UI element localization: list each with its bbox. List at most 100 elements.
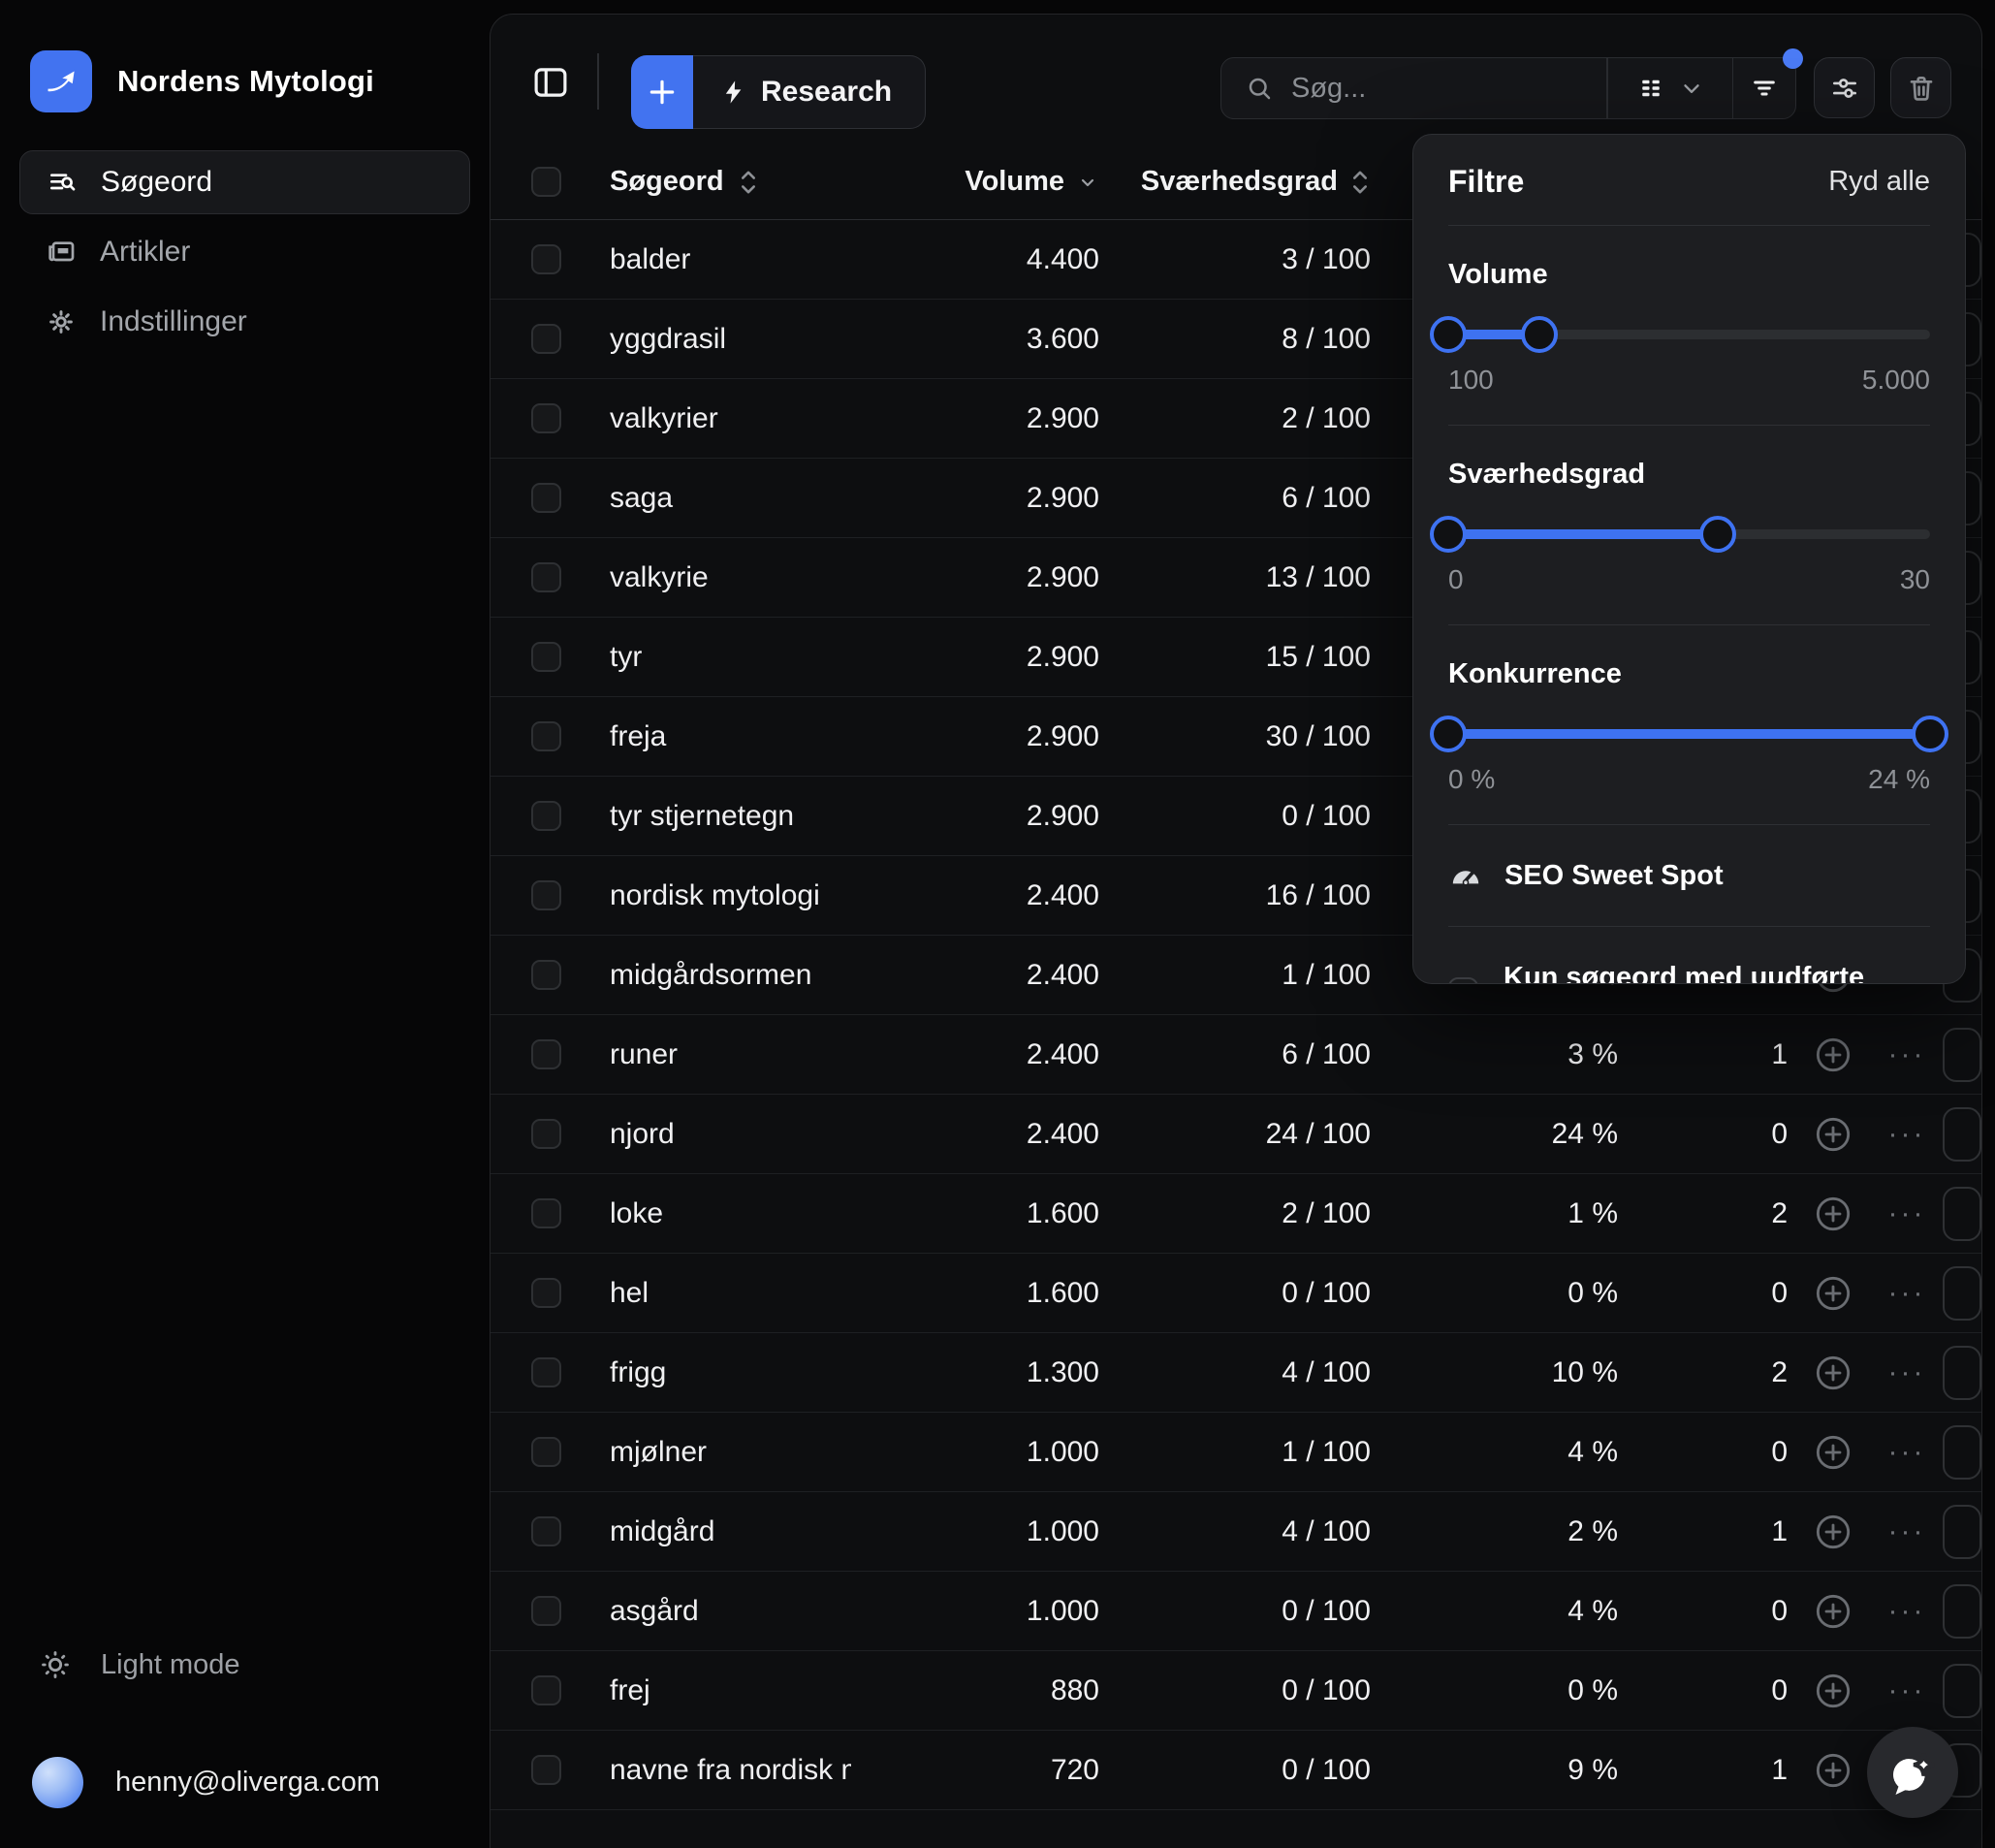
row-menu-button[interactable]: ··· <box>1877 1356 1937 1389</box>
row-action-stub[interactable] <box>1937 1107 1981 1162</box>
row-action-stub[interactable] <box>1937 1187 1981 1241</box>
slider-handle-max[interactable] <box>1521 316 1558 353</box>
unwritten-articles-filter[interactable]: Kun søgeord med uudførte artikler <box>1448 927 1930 984</box>
row-menu-button[interactable]: ··· <box>1877 1277 1937 1310</box>
table-row[interactable]: runer 2.400 6 / 100 3 % 1 ··· <box>491 1015 1981 1095</box>
settings-sliders-button[interactable] <box>1814 57 1875 118</box>
slider-handle-min[interactable] <box>1430 516 1467 553</box>
slider-handle-max[interactable] <box>1699 516 1736 553</box>
row-checkbox[interactable] <box>531 642 561 672</box>
row-checkbox[interactable] <box>531 1516 561 1546</box>
row-checkbox[interactable] <box>531 1675 561 1705</box>
select-all-checkbox[interactable] <box>531 167 561 197</box>
row-menu-button[interactable]: ··· <box>1877 1197 1937 1230</box>
table-row[interactable]: hel 1.600 0 / 100 0 % 0 ··· <box>491 1254 1981 1333</box>
range-slider[interactable] <box>1448 516 1930 553</box>
table-row[interactable]: njord 2.400 24 / 100 24 % 0 ··· <box>491 1095 1981 1174</box>
sidebar-item-artikler[interactable]: Artikler <box>19 220 470 284</box>
trash-button[interactable] <box>1890 57 1951 118</box>
header-volume[interactable]: Volume <box>851 166 1101 198</box>
row-checkbox[interactable] <box>531 1039 561 1069</box>
row-checkbox[interactable] <box>531 483 561 513</box>
row-checkbox[interactable] <box>531 1119 561 1149</box>
add-article-button[interactable] <box>1789 1751 1877 1790</box>
row-checkbox[interactable] <box>531 1755 561 1785</box>
table-row[interactable]: mjølner 1.000 1 / 100 4 % 0 ··· <box>491 1413 1981 1492</box>
add-article-button[interactable] <box>1789 1513 1877 1551</box>
sort-icon <box>1349 169 1371 196</box>
volume-cell: 2.400 <box>851 1038 1101 1071</box>
sidebar-item-soegeord[interactable]: Søgeord <box>19 150 470 214</box>
header-difficulty[interactable]: Sværhedsgrad <box>1101 166 1373 198</box>
user-account[interactable]: henny@oliverga.com <box>32 1757 380 1808</box>
row-checkbox[interactable] <box>531 1278 561 1308</box>
row-menu-button[interactable]: ··· <box>1877 1595 1937 1628</box>
add-article-button[interactable] <box>1789 1115 1877 1154</box>
add-article-button[interactable] <box>1789 1672 1877 1710</box>
row-checkbox[interactable] <box>531 403 561 433</box>
difficulty-cell: 16 / 100 <box>1101 879 1373 912</box>
row-action-stub[interactable] <box>1937 1584 1981 1639</box>
add-article-button[interactable] <box>1789 1433 1877 1472</box>
seo-sweet-spot-toggle[interactable]: SEO Sweet Spot <box>1448 825 1930 927</box>
row-menu-button[interactable]: ··· <box>1877 1118 1937 1151</box>
clear-all-filters-button[interactable]: Ryd alle <box>1828 166 1930 198</box>
row-action-stub[interactable] <box>1937 1664 1981 1718</box>
light-mode-toggle[interactable]: Light mode <box>39 1648 240 1681</box>
search-input[interactable]: Søg... <box>1221 58 1606 118</box>
row-checkbox[interactable] <box>531 244 561 274</box>
competition-cell: 24 % <box>1373 1118 1620 1151</box>
add-article-button[interactable] <box>1789 1274 1877 1313</box>
row-action-stub[interactable] <box>1937 1266 1981 1321</box>
row-checkbox[interactable] <box>531 721 561 751</box>
row-action-stub[interactable] <box>1937 1346 1981 1400</box>
row-checkbox[interactable] <box>531 1198 561 1228</box>
sidebar-item-label: Søgeord <box>101 166 212 199</box>
table-row[interactable]: frej 880 0 / 100 0 % 0 ··· <box>491 1651 1981 1731</box>
row-action-stub[interactable] <box>1937 1505 1981 1559</box>
table-row[interactable]: midgård 1.000 4 / 100 2 % 1 ··· <box>491 1492 1981 1572</box>
row-checkbox[interactable] <box>531 562 561 592</box>
sidebar-item-indstillinger[interactable]: Indstillinger <box>19 290 470 354</box>
row-menu-button[interactable]: ··· <box>1877 1436 1937 1469</box>
filter-sliders: Volume 100 5.000 Sværhedsgrad 0 30 Konku… <box>1448 226 1930 825</box>
slider-handle-min[interactable] <box>1430 716 1467 752</box>
row-checkbox[interactable] <box>531 1357 561 1387</box>
header-volume-label: Volume <box>965 166 1064 198</box>
range-slider[interactable] <box>1448 716 1930 752</box>
table-row[interactable]: frigg 1.300 4 / 100 10 % 2 ··· <box>491 1333 1981 1413</box>
range-slider[interactable] <box>1448 316 1930 353</box>
slider-handle-min[interactable] <box>1430 316 1467 353</box>
volume-cell: 2.900 <box>851 720 1101 753</box>
row-action-stub[interactable] <box>1937 1425 1981 1480</box>
row-checkbox[interactable] <box>531 1596 561 1626</box>
row-checkbox[interactable] <box>531 324 561 354</box>
row-menu-button[interactable]: ··· <box>1877 1038 1937 1071</box>
row-action-stub[interactable] <box>1937 1028 1981 1082</box>
add-article-button[interactable] <box>1789 1195 1877 1233</box>
filter-button[interactable] <box>1733 58 1795 118</box>
keyword-cell: nordisk mytologi <box>587 879 851 912</box>
row-menu-button[interactable]: ··· <box>1877 1674 1937 1707</box>
add-keyword-button[interactable] <box>631 55 693 129</box>
research-button[interactable]: Research <box>693 55 926 129</box>
header-keyword[interactable]: Søgeord <box>587 166 851 198</box>
light-mode-label: Light mode <box>101 1649 240 1681</box>
sidebar-collapse-button[interactable] <box>525 57 576 108</box>
row-menu-button[interactable]: ··· <box>1877 1515 1937 1548</box>
row-checkbox[interactable] <box>531 1437 561 1467</box>
add-article-button[interactable] <box>1789 1036 1877 1074</box>
ai-assistant-button[interactable] <box>1867 1727 1958 1818</box>
add-article-button[interactable] <box>1789 1354 1877 1392</box>
table-row[interactable]: navne fra nordisk mytologi 720 0 / 100 9… <box>491 1731 1981 1810</box>
add-article-button[interactable] <box>1789 1592 1877 1631</box>
slider-handle-max[interactable] <box>1912 716 1948 752</box>
filter-checkbox[interactable] <box>1448 977 1478 984</box>
keyword-cell: balder <box>587 243 851 276</box>
table-row[interactable]: asgård 1.000 0 / 100 4 % 0 ··· <box>491 1572 1981 1651</box>
columns-view-button[interactable] <box>1608 58 1732 118</box>
table-row[interactable]: loke 1.600 2 / 100 1 % 2 ··· <box>491 1174 1981 1254</box>
row-checkbox[interactable] <box>531 960 561 990</box>
row-checkbox[interactable] <box>531 801 561 831</box>
row-checkbox[interactable] <box>531 880 561 910</box>
